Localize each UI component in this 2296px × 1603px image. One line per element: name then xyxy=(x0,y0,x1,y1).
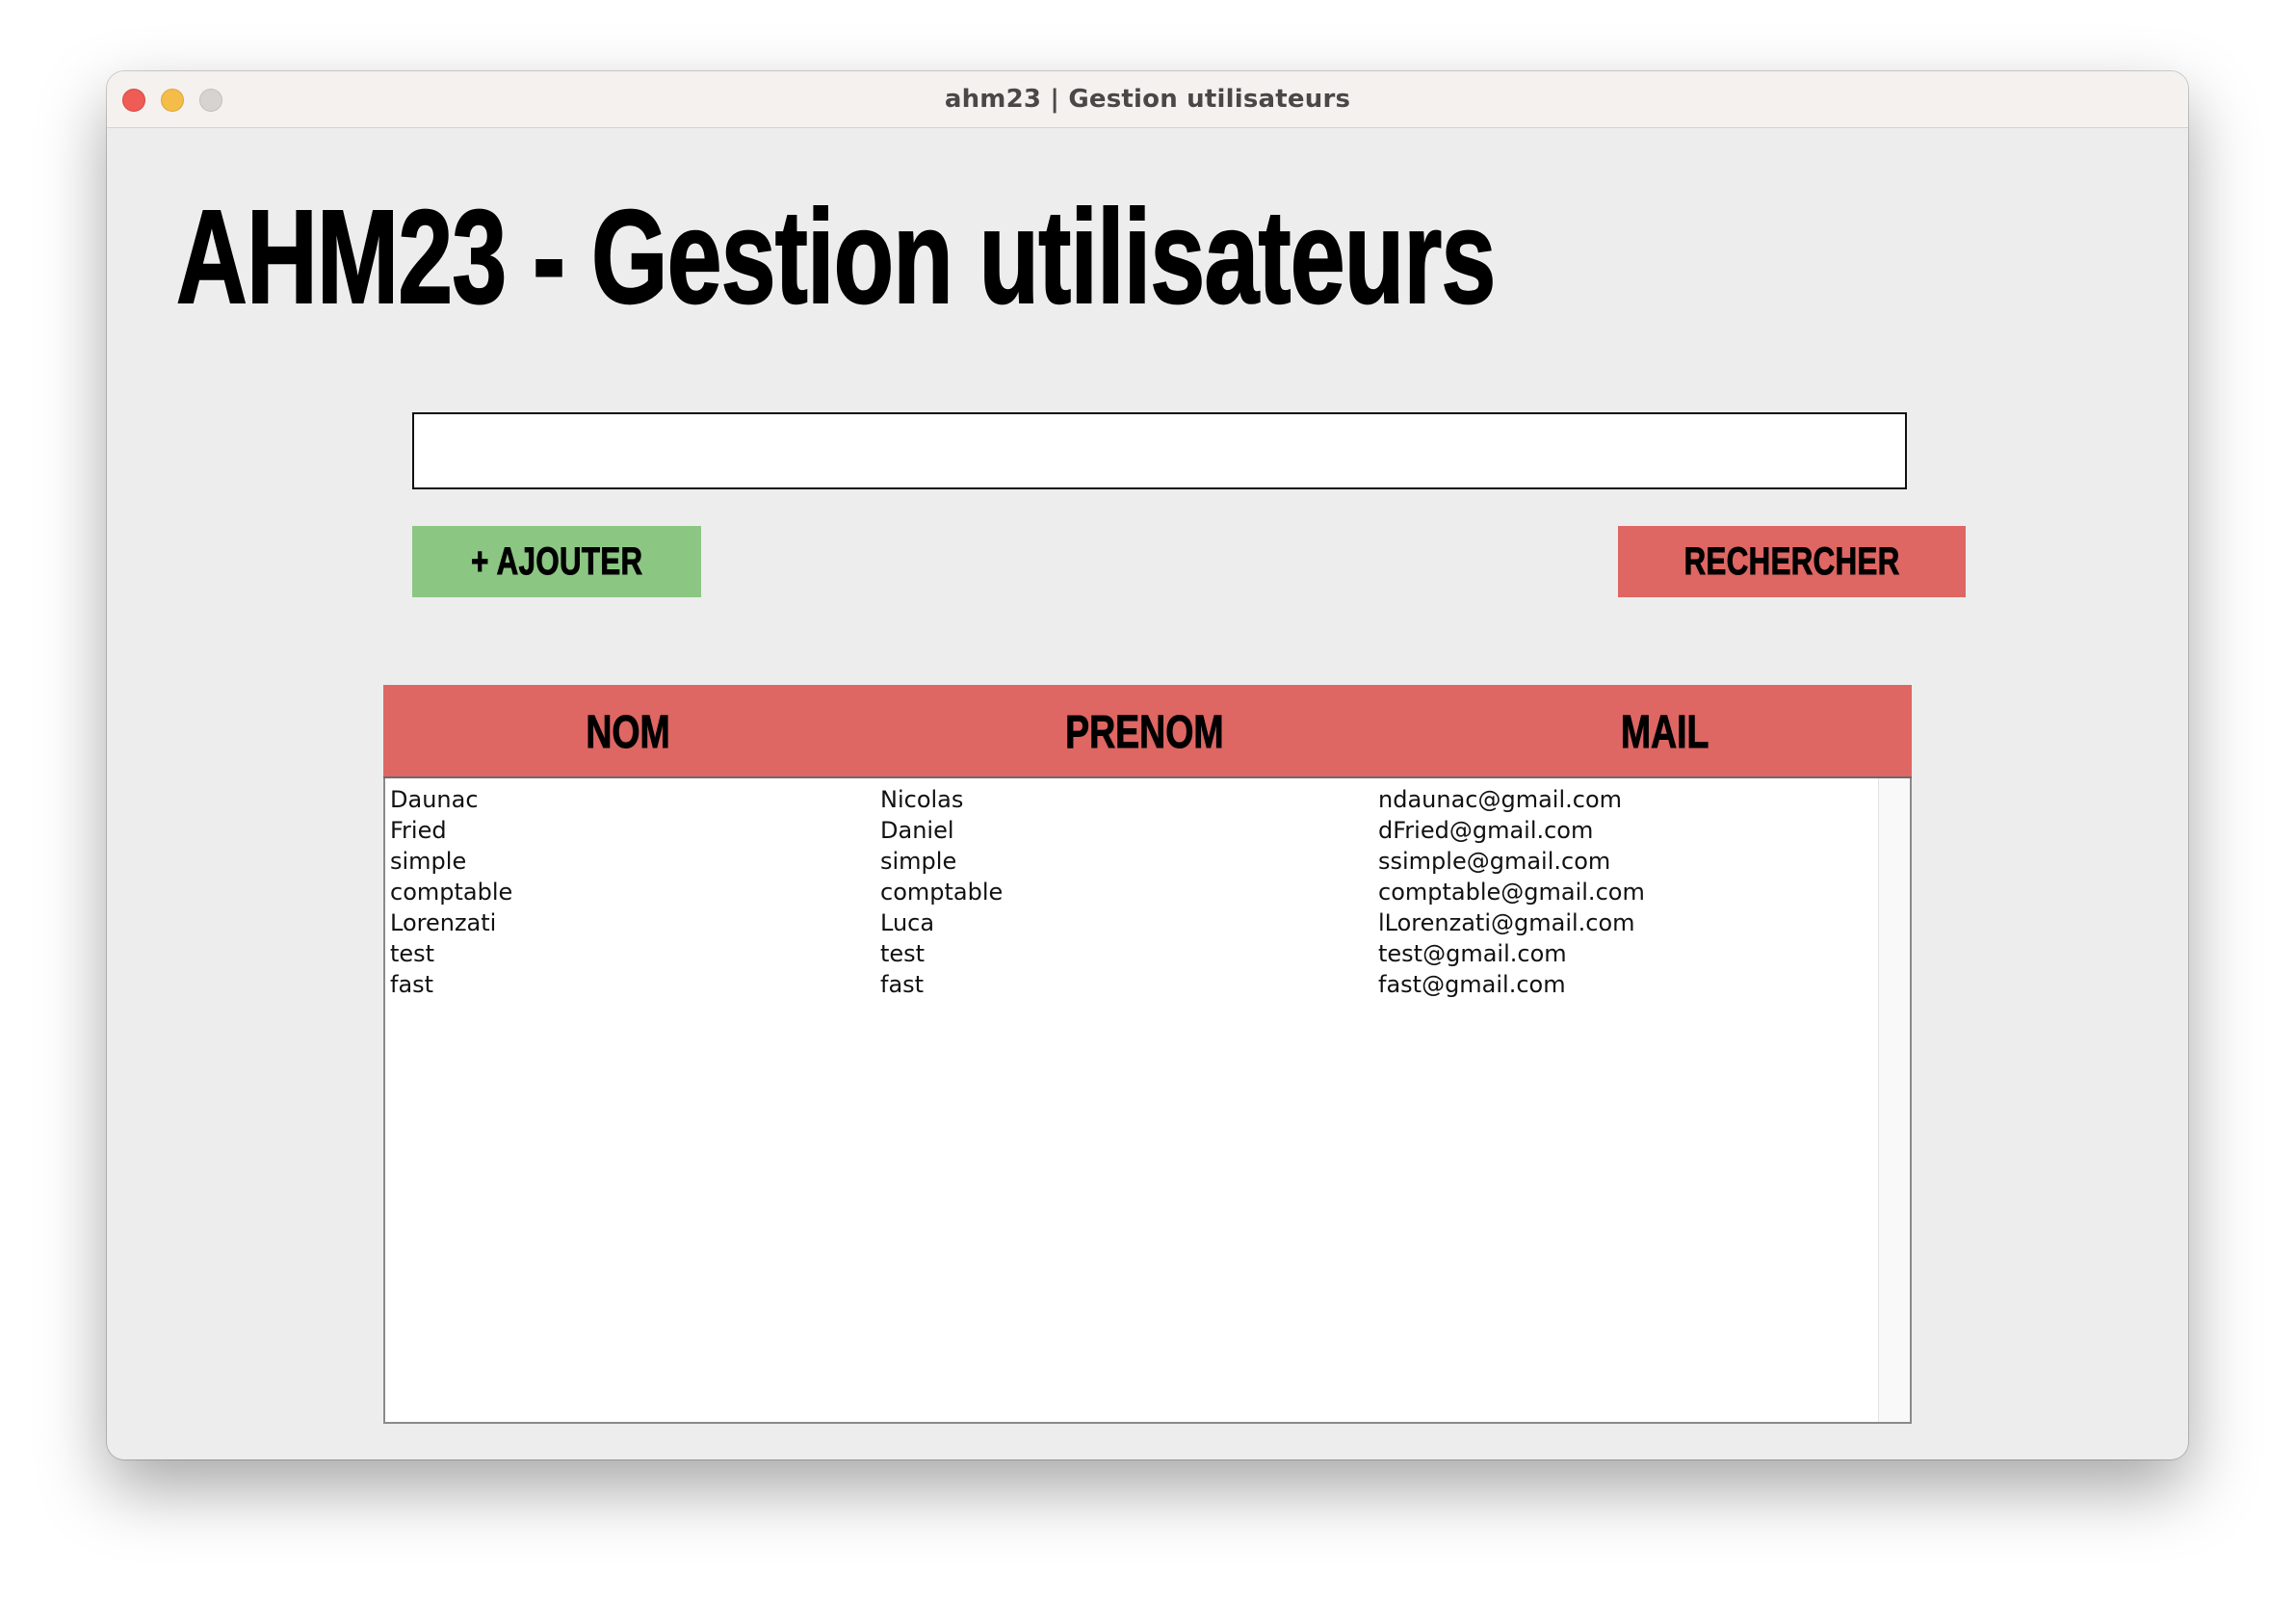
cell-mail: ndaunac@gmail.com xyxy=(1378,786,1623,813)
table-row[interactable]: simple simple ssimple@gmail.com xyxy=(385,846,1878,877)
cell-prenom: simple xyxy=(880,848,957,875)
add-user-button-label: + AJOUTER xyxy=(470,539,643,583)
table-row[interactable]: Fried Daniel dFried@gmail.com xyxy=(385,815,1878,846)
table-scrollbar[interactable] xyxy=(1878,778,1910,1422)
page-title: AHM23 - Gestion utilisateurs xyxy=(175,183,1497,331)
search-button[interactable]: RECHERCHER xyxy=(1618,526,1966,597)
cell-nom: Lorenzati xyxy=(390,909,497,936)
search-button-label: RECHERCHER xyxy=(1683,539,1900,583)
table-row[interactable]: Daunac Nicolas ndaunac@gmail.com xyxy=(385,784,1878,815)
column-header-mail[interactable]: MAIL xyxy=(1418,685,1912,776)
table-body: Daunac Nicolas ndaunac@gmail.com Fried D… xyxy=(383,778,1912,1424)
cell-prenom: Luca xyxy=(880,909,935,936)
table-row[interactable]: comptable comptable comptable@gmail.com xyxy=(385,877,1878,907)
table-header: NOM PRENOM MAIL xyxy=(383,685,1912,778)
cell-nom: Fried xyxy=(390,817,447,844)
users-table: NOM PRENOM MAIL Daunac Nicolas ndaunac@g… xyxy=(383,685,1912,1424)
column-header-prenom[interactable]: PRENOM xyxy=(872,685,1418,776)
cell-prenom: test xyxy=(880,940,926,967)
table-row[interactable]: test test test@gmail.com xyxy=(385,938,1878,969)
app-window: ahm23 | Gestion utilisateurs AHM23 - Ges… xyxy=(107,71,2188,1459)
cell-nom: comptable xyxy=(390,879,513,906)
cell-prenom: fast xyxy=(880,971,925,998)
cell-prenom: Daniel xyxy=(880,817,954,844)
cell-mail: lLorenzati@gmail.com xyxy=(1378,909,1635,936)
add-user-button[interactable]: + AJOUTER xyxy=(412,526,701,597)
column-header-nom[interactable]: NOM xyxy=(383,685,872,776)
cell-nom: fast xyxy=(390,971,434,998)
cell-mail: comptable@gmail.com xyxy=(1378,879,1645,906)
title-bar[interactable]: ahm23 | Gestion utilisateurs xyxy=(107,71,2188,128)
cell-mail: ssimple@gmail.com xyxy=(1378,848,1611,875)
table-row[interactable]: Lorenzati Luca lLorenzati@gmail.com xyxy=(385,907,1878,938)
cell-prenom: comptable xyxy=(880,879,1004,906)
cell-prenom: Nicolas xyxy=(880,786,964,813)
window-title: ahm23 | Gestion utilisateurs xyxy=(944,85,1351,114)
cell-nom: simple xyxy=(390,848,467,875)
search-input[interactable] xyxy=(412,412,1907,489)
cell-mail: dFried@gmail.com xyxy=(1378,817,1594,844)
cell-mail: test@gmail.com xyxy=(1378,940,1567,967)
cell-nom: test xyxy=(390,940,435,967)
cell-nom: Daunac xyxy=(390,786,479,813)
table-row[interactable]: fast fast fast@gmail.com xyxy=(385,969,1878,1000)
cell-mail: fast@gmail.com xyxy=(1378,971,1566,998)
